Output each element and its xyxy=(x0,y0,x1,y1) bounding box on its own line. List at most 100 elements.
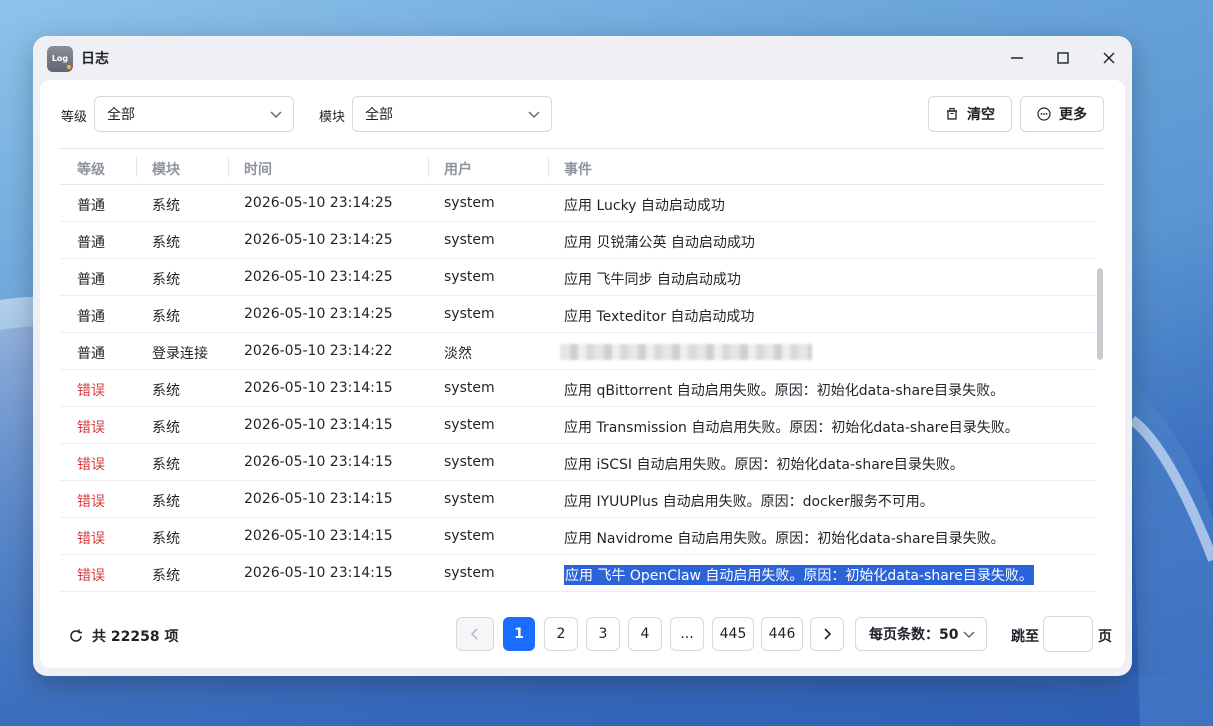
column-divider xyxy=(548,157,549,177)
table-row[interactable]: 错误 系统 2026-05-10 23:14:15 system 应用 iSCS… xyxy=(60,444,1096,481)
table-row[interactable]: 错误 系统 2026-05-10 23:14:15 system 应用 Tran… xyxy=(60,407,1096,444)
log-app-icon: Log xyxy=(47,46,73,72)
refresh-icon[interactable] xyxy=(68,628,84,644)
chevron-down-icon xyxy=(528,111,540,119)
page-size-text: 每页条数：50 xyxy=(869,627,959,643)
page-button-445[interactable]: 445 xyxy=(712,617,754,651)
prev-page-button[interactable] xyxy=(456,617,494,651)
row-level: 普通 xyxy=(77,346,105,362)
row-time: 2026-05-10 23:14:15 xyxy=(244,565,393,581)
row-level: 普通 xyxy=(77,272,105,288)
table-row[interactable]: 错误 系统 2026-05-10 23:14:15 system 应用 IYUU… xyxy=(60,481,1096,518)
column-divider xyxy=(136,157,137,177)
column-header-level[interactable]: 等级 xyxy=(77,159,105,179)
maximize-icon xyxy=(1057,52,1069,64)
row-event: 应用 Navidrome 自动启用失败。原因：初始化data-share目录失败… xyxy=(564,531,1005,547)
row-module: 系统 xyxy=(152,272,180,288)
column-divider xyxy=(428,157,429,177)
row-event: 应用 Lucky 自动启动成功 xyxy=(564,198,725,214)
row-level: 错误 xyxy=(77,494,105,510)
minimize-icon xyxy=(1011,57,1023,59)
table-row[interactable]: 普通 系统 2026-05-10 23:14:25 system 应用 Luck… xyxy=(60,185,1096,222)
module-select[interactable]: 全部 xyxy=(352,96,552,132)
table-row[interactable]: 错误 系统 2026-05-10 23:14:15 system 应用 飞牛 O… xyxy=(60,555,1096,592)
row-time: 2026-05-10 23:14:15 xyxy=(244,380,393,396)
redacted-event-text xyxy=(560,344,812,360)
table-scrollbar[interactable] xyxy=(1097,268,1103,360)
row-level: 错误 xyxy=(77,420,105,436)
column-header-user[interactable]: 用户 xyxy=(444,159,472,179)
row-level: 普通 xyxy=(77,235,105,251)
next-page-button[interactable] xyxy=(810,617,844,651)
row-module: 登录连接 xyxy=(152,346,208,362)
table-row[interactable]: 普通 系统 2026-05-10 23:14:25 system 应用 贝锐蒲公… xyxy=(60,222,1096,259)
log-panel: 等级 全部 模块 全部 清空 更多 等级 模块 时间 用户 事件 普通 系统 2… xyxy=(40,80,1125,668)
row-time: 2026-05-10 23:14:25 xyxy=(244,195,393,211)
level-filter-label: 等级 xyxy=(61,110,88,125)
row-module: 系统 xyxy=(152,531,180,547)
table-row[interactable]: 普通 系统 2026-05-10 23:14:25 system 应用 飞牛同步… xyxy=(60,259,1096,296)
page-ellipsis[interactable]: ... xyxy=(670,617,704,651)
level-select-value: 全部 xyxy=(107,107,135,123)
row-module: 系统 xyxy=(152,309,180,325)
row-user: system xyxy=(444,565,495,581)
row-time: 2026-05-10 23:14:15 xyxy=(244,417,393,433)
row-event: 应用 iSCSI 自动启用失败。原因：初始化data-share目录失败。 xyxy=(564,457,964,473)
row-level: 普通 xyxy=(77,198,105,214)
close-button[interactable] xyxy=(1094,44,1124,72)
module-filter-label: 模块 xyxy=(319,110,346,125)
clear-button-label: 清空 xyxy=(967,107,995,123)
clear-button[interactable]: 清空 xyxy=(928,96,1012,132)
jump-page-input[interactable] xyxy=(1043,616,1093,652)
log-window: Log 日志 等级 全部 模块 全部 清空 更多 等级 模块 时间 用户 事件 … xyxy=(33,36,1132,676)
row-event: 应用 飞牛同步 自动启动成功 xyxy=(564,272,741,288)
page-size-select[interactable]: 每页条数：50 xyxy=(855,617,987,651)
column-header-module[interactable]: 模块 xyxy=(152,159,180,179)
row-user: system xyxy=(444,306,495,322)
level-select[interactable]: 全部 xyxy=(94,96,294,132)
row-user: system xyxy=(444,454,495,470)
more-icon xyxy=(1037,107,1051,121)
maximize-button[interactable] xyxy=(1048,44,1078,72)
row-module: 系统 xyxy=(152,420,180,436)
row-level: 错误 xyxy=(77,531,105,547)
row-module: 系统 xyxy=(152,457,180,473)
row-event: 应用 qBittorrent 自动启用失败。原因：初始化data-share目录… xyxy=(564,383,1005,399)
row-user: system xyxy=(444,269,495,285)
more-button[interactable]: 更多 xyxy=(1020,96,1104,132)
total-count-text: 共 22258 项 xyxy=(92,629,179,645)
page-button-446[interactable]: 446 xyxy=(761,617,803,651)
page-button-3[interactable]: 3 xyxy=(586,617,620,651)
row-time: 2026-05-10 23:14:25 xyxy=(244,232,393,248)
table-row[interactable]: 错误 系统 2026-05-10 23:14:15 system 应用 Navi… xyxy=(60,518,1096,555)
row-event: 应用 贝锐蒲公英 自动启动成功 xyxy=(564,235,755,251)
trash-icon xyxy=(947,107,957,120)
row-user: system xyxy=(444,417,495,433)
row-module: 系统 xyxy=(152,383,180,399)
table-row[interactable]: 普通 系统 2026-05-10 23:14:25 system 应用 Text… xyxy=(60,296,1096,333)
title-bar[interactable]: Log 日志 xyxy=(33,36,1132,80)
page-button-4[interactable]: 4 xyxy=(628,617,662,651)
chevron-right-icon xyxy=(824,628,832,640)
table-row[interactable]: 普通 登录连接 2026-05-10 23:14:22 淡然 xyxy=(60,333,1096,370)
row-level: 普通 xyxy=(77,309,105,325)
row-module: 系统 xyxy=(152,494,180,510)
column-header-event[interactable]: 事件 xyxy=(564,159,592,179)
close-icon xyxy=(1103,52,1115,64)
chevron-down-icon xyxy=(963,631,975,639)
row-time: 2026-05-10 23:14:25 xyxy=(244,306,393,322)
row-user: 淡然 xyxy=(444,346,472,362)
row-event: 应用 Texteditor 自动启动成功 xyxy=(564,309,755,325)
row-time: 2026-05-10 23:14:25 xyxy=(244,269,393,285)
row-time: 2026-05-10 23:14:22 xyxy=(244,343,393,359)
row-level: 错误 xyxy=(77,383,105,399)
page-button-1[interactable]: 1 xyxy=(503,617,535,651)
minimize-button[interactable] xyxy=(1002,44,1032,72)
column-header-time[interactable]: 时间 xyxy=(244,159,272,179)
row-module: 系统 xyxy=(152,198,180,214)
row-user: system xyxy=(444,528,495,544)
chevron-down-icon xyxy=(270,111,282,119)
page-button-2[interactable]: 2 xyxy=(544,617,578,651)
table-row[interactable]: 错误 系统 2026-05-10 23:14:15 system 应用 qBit… xyxy=(60,370,1096,407)
page-unit-label: 页 xyxy=(1098,629,1112,645)
